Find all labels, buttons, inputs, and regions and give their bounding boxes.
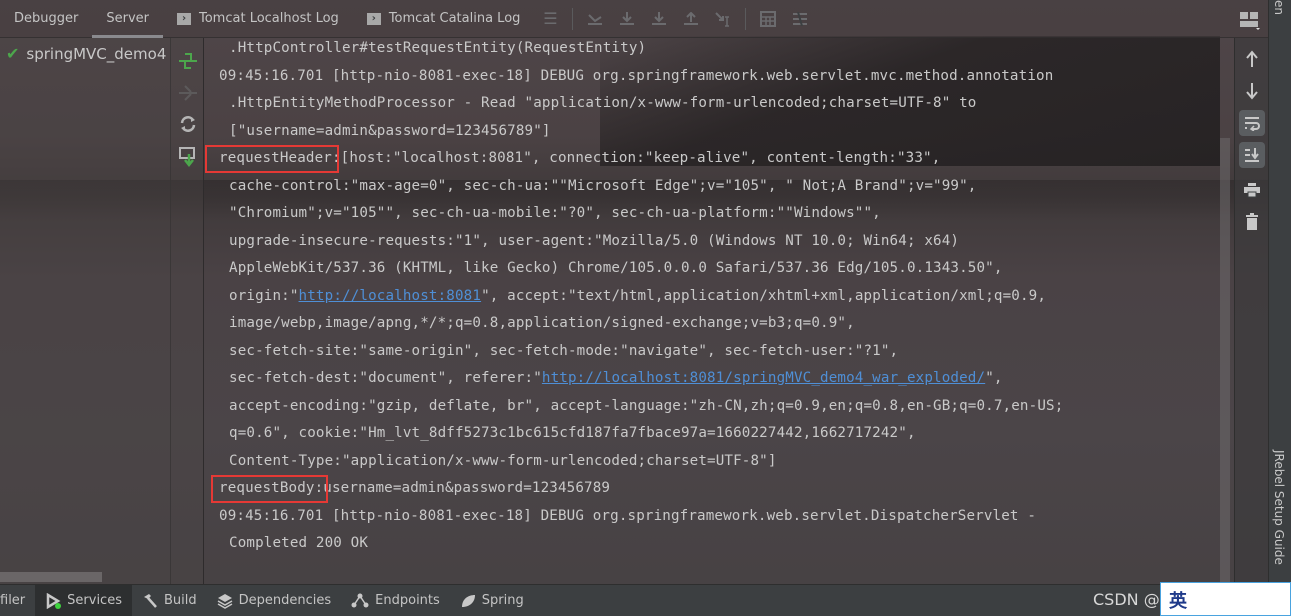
console-line: cache-control:"max-age=0", sec-ch-ua:""M…: [229, 177, 977, 194]
console-link[interactable]: http://localhost:8081: [299, 288, 482, 304]
console-line: 09:45:16.701 [http-nio-8081-exec-18] DEB…: [219, 67, 1054, 84]
endpoints-icon: [351, 593, 369, 609]
highlight-box: [211, 475, 328, 503]
undeploy-icon[interactable]: [177, 82, 199, 104]
download-alt-icon[interactable]: [643, 0, 675, 38]
tab-label: Debugger: [14, 11, 79, 26]
run-glyph-icon: ›: [177, 12, 191, 25]
spring-leaf-icon: [460, 593, 476, 609]
jrebel-setup-guide-tab[interactable]: JRebel Setup Guide: [1272, 450, 1286, 565]
console-line: sec-fetch-site:"same-origin", sec-fetch-…: [229, 342, 899, 359]
services-icon: [45, 592, 62, 609]
menu-icon[interactable]: ☰: [534, 0, 566, 38]
tree-item-springmvc-demo4[interactable]: ✔ springMVC_demo4: [6, 44, 166, 63]
refresh-icon[interactable]: [177, 113, 199, 135]
dump-threads-icon[interactable]: [177, 146, 199, 168]
soft-wrap-icon[interactable]: [1239, 110, 1265, 136]
console-line: upgrade-insecure-requests:"1", user-agen…: [229, 232, 960, 249]
tab-services[interactable]: Services: [35, 584, 132, 616]
tab-profiler[interactable]: filer: [0, 585, 35, 616]
tab-label: Tomcat Localhost Log: [199, 11, 339, 26]
tab-label: Server: [106, 11, 149, 26]
run-glyph-icon: ›: [366, 12, 381, 25]
console-line: Completed 200 OK: [229, 535, 369, 551]
vertical-scrollbar[interactable]: [1220, 138, 1230, 584]
arrow-up-icon[interactable]: [1239, 46, 1265, 72]
console-line: q=0.6", cookie:"Hm_lvt_8dff5273c1bc615cf…: [229, 425, 916, 441]
console-line: AppleWebKit/537.36 (KHTML, like Gecko) C…: [229, 260, 1003, 276]
deploy-icon[interactable]: [177, 50, 199, 72]
tab-tomcat-catalina-log[interactable]: › Tomcat Catalina Log: [353, 0, 535, 38]
right-tool-strip: en JRebel Setup Guide: [1268, 0, 1291, 584]
tab-label: Spring: [481, 593, 524, 608]
table-icon[interactable]: [752, 0, 784, 38]
tab-label: Dependencies: [238, 593, 332, 608]
layers-icon: [217, 593, 233, 609]
highlight-box: [205, 145, 339, 173]
console-line: "Chromium";v="105"", sec-ch-ua-mobile:"?…: [229, 205, 881, 221]
tab-debugger[interactable]: Debugger: [0, 0, 92, 38]
tab-label: filer: [0, 593, 26, 608]
services-tree-panel: ✔ springMVC_demo4: [0, 38, 171, 584]
console-line: Content-Type:"application/x-www-form-url…: [229, 452, 777, 469]
horizontal-scrollbar[interactable]: [0, 572, 102, 582]
layout-icon[interactable]: [1238, 8, 1262, 32]
tab-server[interactable]: Server: [92, 0, 163, 38]
tree-item-label: springMVC_demo4: [26, 44, 167, 63]
tab-spring[interactable]: Spring: [450, 585, 534, 616]
toolbar-separator: [572, 7, 574, 30]
console-line: ["username=admin&password=123456789"]: [229, 122, 551, 139]
toolbar-separator: [745, 7, 747, 30]
tab-tomcat-localhost-log[interactable]: › Tomcat Localhost Log: [163, 0, 353, 38]
console-text: sec-fetch-dest:"document", referer:": [229, 370, 542, 386]
console-output[interactable]: .HttpController#testRequestEntity(Reques…: [205, 38, 1235, 584]
console-line: image/webp,image/apng,*/*;q=0.8,applicat…: [229, 315, 855, 331]
ime-indicator[interactable]: 英: [1160, 582, 1291, 616]
scroll-to-end-icon[interactable]: [579, 0, 611, 38]
trash-icon[interactable]: [1239, 209, 1265, 235]
console-line: 09:45:16.701 [http-nio-8081-exec-18] DEB…: [219, 507, 1037, 524]
right-strip-top-label[interactable]: en: [1272, 0, 1286, 15]
console-line: .HttpEntityMethodProcessor - Read "appli…: [229, 95, 977, 111]
print-icon[interactable]: [1239, 177, 1265, 203]
settings-icon[interactable]: [784, 0, 816, 38]
console-text: ",: [985, 370, 1003, 386]
console-line: accept-encoding:"gzip, deflate, br", acc…: [229, 397, 1064, 414]
console-text: ", accept:"text/html,application/xhtml+x…: [481, 287, 1047, 304]
tab-endpoints[interactable]: Endpoints: [341, 585, 450, 616]
tab-build[interactable]: Build: [132, 585, 207, 616]
tab-label: Build: [163, 593, 197, 608]
console-line: .HttpController#testRequestEntity(Reques…: [229, 40, 647, 56]
top-tab-bar: Debugger Server › Tomcat Localhost Log ›…: [0, 0, 1270, 38]
tab-label: Services: [67, 593, 122, 608]
tab-dependencies[interactable]: Dependencies: [207, 585, 342, 616]
upload-icon[interactable]: [675, 0, 707, 38]
console-line: origin:"http://localhost:8081", accept:"…: [229, 288, 1046, 304]
console-line: sec-fetch-dest:"document", referer:"http…: [229, 370, 1003, 386]
console-text: origin:": [229, 287, 299, 304]
scroll-to-end-icon[interactable]: [1239, 142, 1265, 168]
tab-label: Tomcat Catalina Log: [388, 11, 521, 26]
ime-language-label: 英: [1169, 591, 1187, 612]
tab-label: Endpoints: [375, 593, 440, 608]
step-cursor-icon[interactable]: [707, 0, 739, 38]
console-toolbar: [1234, 38, 1268, 584]
services-actions-toolbar: [171, 38, 204, 584]
hammer-icon: [142, 593, 158, 609]
console-link[interactable]: http://localhost:8081/springMVC_demo4_wa…: [542, 370, 985, 386]
download-icon[interactable]: [611, 0, 643, 38]
check-icon: ✔: [6, 44, 20, 63]
arrow-down-icon[interactable]: [1239, 78, 1265, 104]
